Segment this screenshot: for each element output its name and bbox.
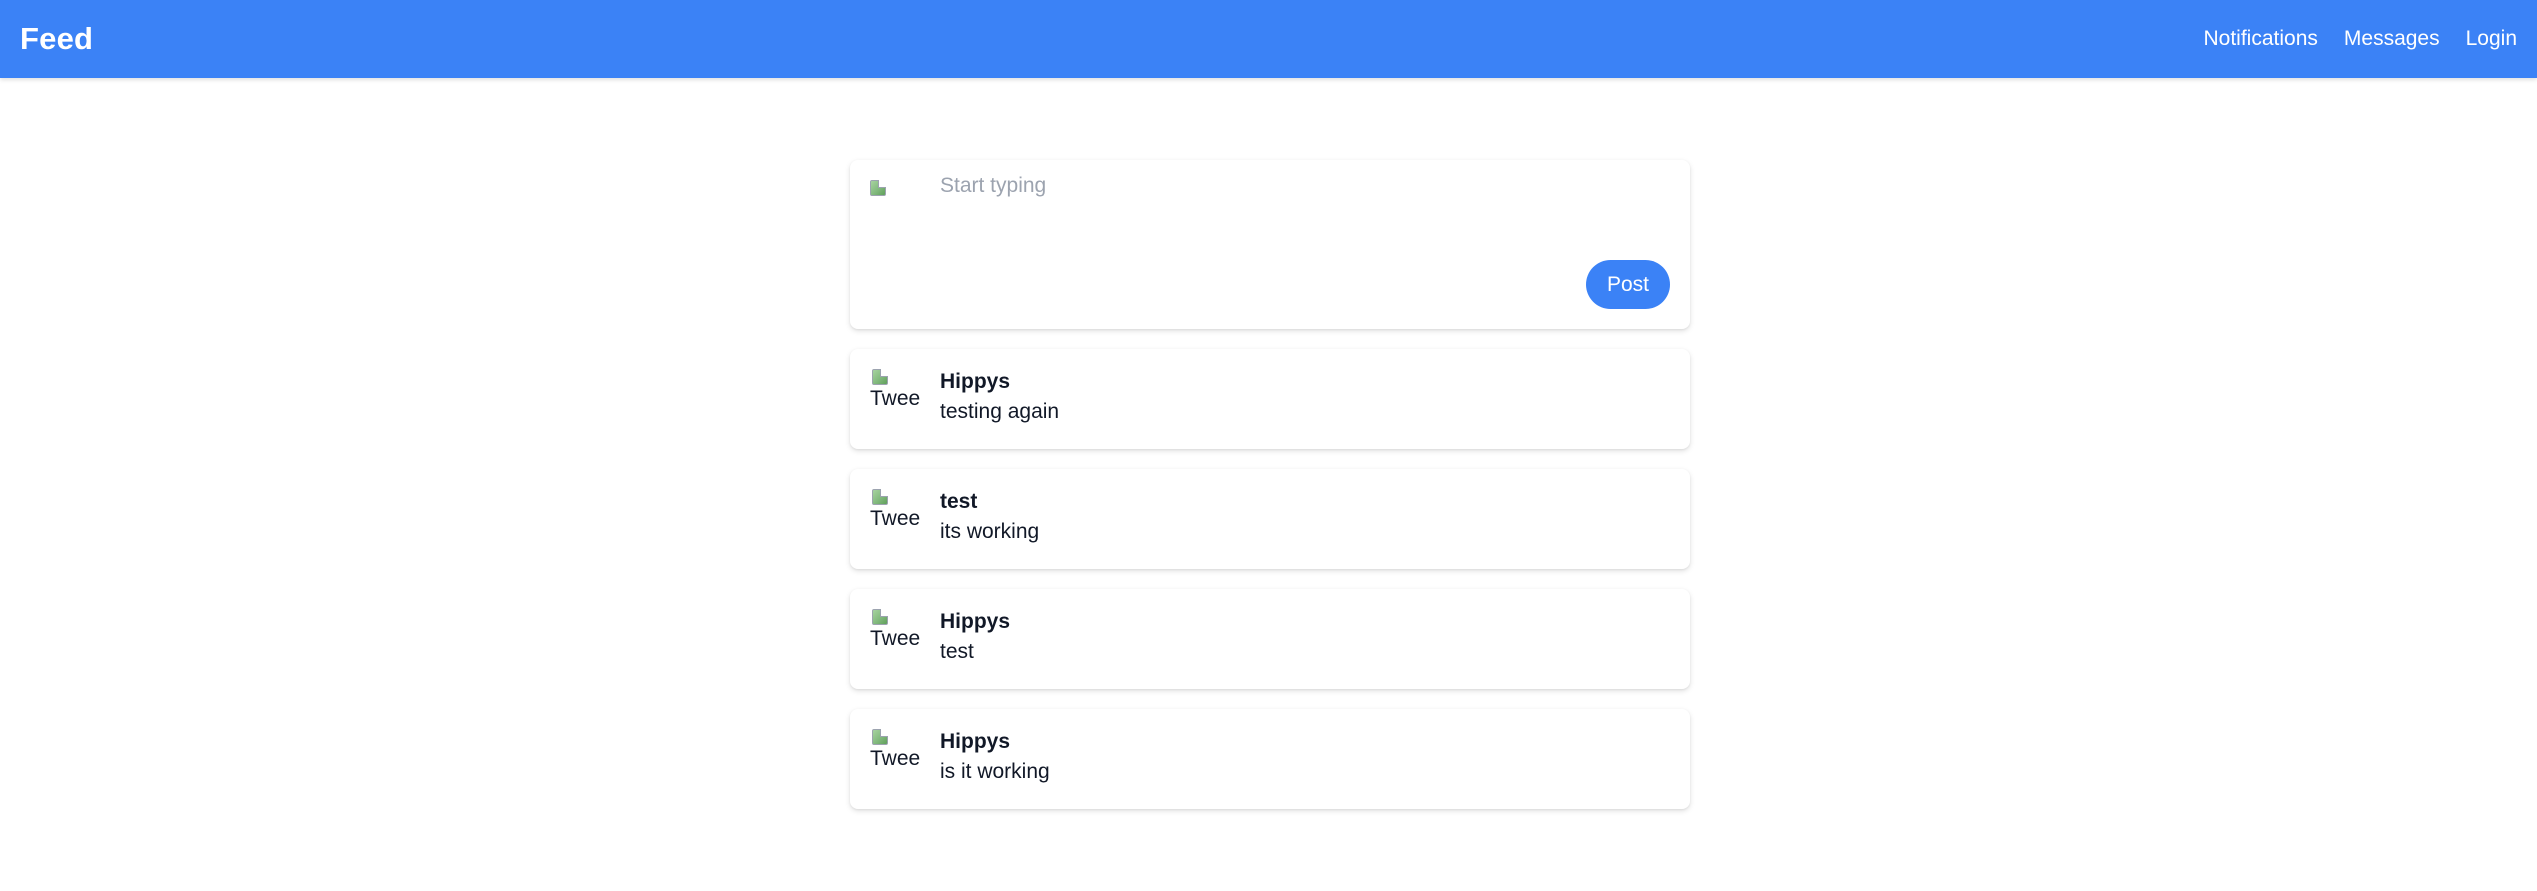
nav-notifications-link[interactable]: Notifications: [2204, 27, 2318, 51]
nav-links: Notifications Messages Login: [2204, 27, 2518, 51]
tweet-card: Twee Hippys test: [850, 589, 1690, 689]
tweet-body: Hippys testing again: [940, 367, 1059, 427]
post-button[interactable]: Post: [1586, 260, 1670, 309]
compose-input[interactable]: [940, 174, 1660, 254]
tweet-body: test its working: [940, 487, 1039, 547]
tweet-avatar: Twee: [870, 369, 926, 429]
tweet-text: its working: [940, 520, 1040, 543]
feed: Post Twee Hippys testing again Twee test…: [850, 160, 1690, 829]
tweet-card: Twee test its working: [850, 469, 1690, 569]
tweet-avatar: Twee: [870, 489, 926, 549]
broken-image-icon: [872, 489, 888, 505]
tweet-avatar: Twee: [870, 609, 926, 669]
tweet-author: Hippys: [940, 730, 1011, 753]
tweet-body: Hippys is it working: [940, 727, 1050, 787]
avatar-alt-text: Twee: [870, 747, 921, 770]
avatar-alt-text: Twee: [870, 387, 921, 410]
broken-image-icon: [872, 369, 888, 385]
tweet-card: Twee Hippys is it working: [850, 709, 1690, 809]
tweet-author: Hippys: [940, 610, 1011, 633]
tweet-card: Twee Hippys testing again: [850, 349, 1690, 449]
tweet-composer: Post: [850, 160, 1690, 329]
tweet-author: test: [940, 490, 978, 513]
tweet-body: Hippys test: [940, 607, 1010, 667]
tweet-text: test: [940, 640, 974, 663]
tweet-avatar: Twee: [870, 729, 926, 789]
broken-image-icon: [872, 729, 888, 745]
broken-image-icon: [870, 180, 886, 196]
tweet-text: testing again: [940, 400, 1060, 423]
broken-image-icon: [872, 609, 888, 625]
top-navbar: Feed Notifications Messages Login: [0, 0, 2537, 78]
composer-avatar: [870, 180, 890, 200]
tweet-author: Hippys: [940, 370, 1011, 393]
nav-login-link[interactable]: Login: [2466, 27, 2517, 51]
avatar-alt-text: Twee: [870, 627, 921, 650]
avatar-alt-text: Twee: [870, 507, 921, 530]
tweet-text: is it working: [940, 760, 1050, 783]
page-title[interactable]: Feed: [20, 21, 93, 57]
nav-messages-link[interactable]: Messages: [2344, 27, 2440, 51]
